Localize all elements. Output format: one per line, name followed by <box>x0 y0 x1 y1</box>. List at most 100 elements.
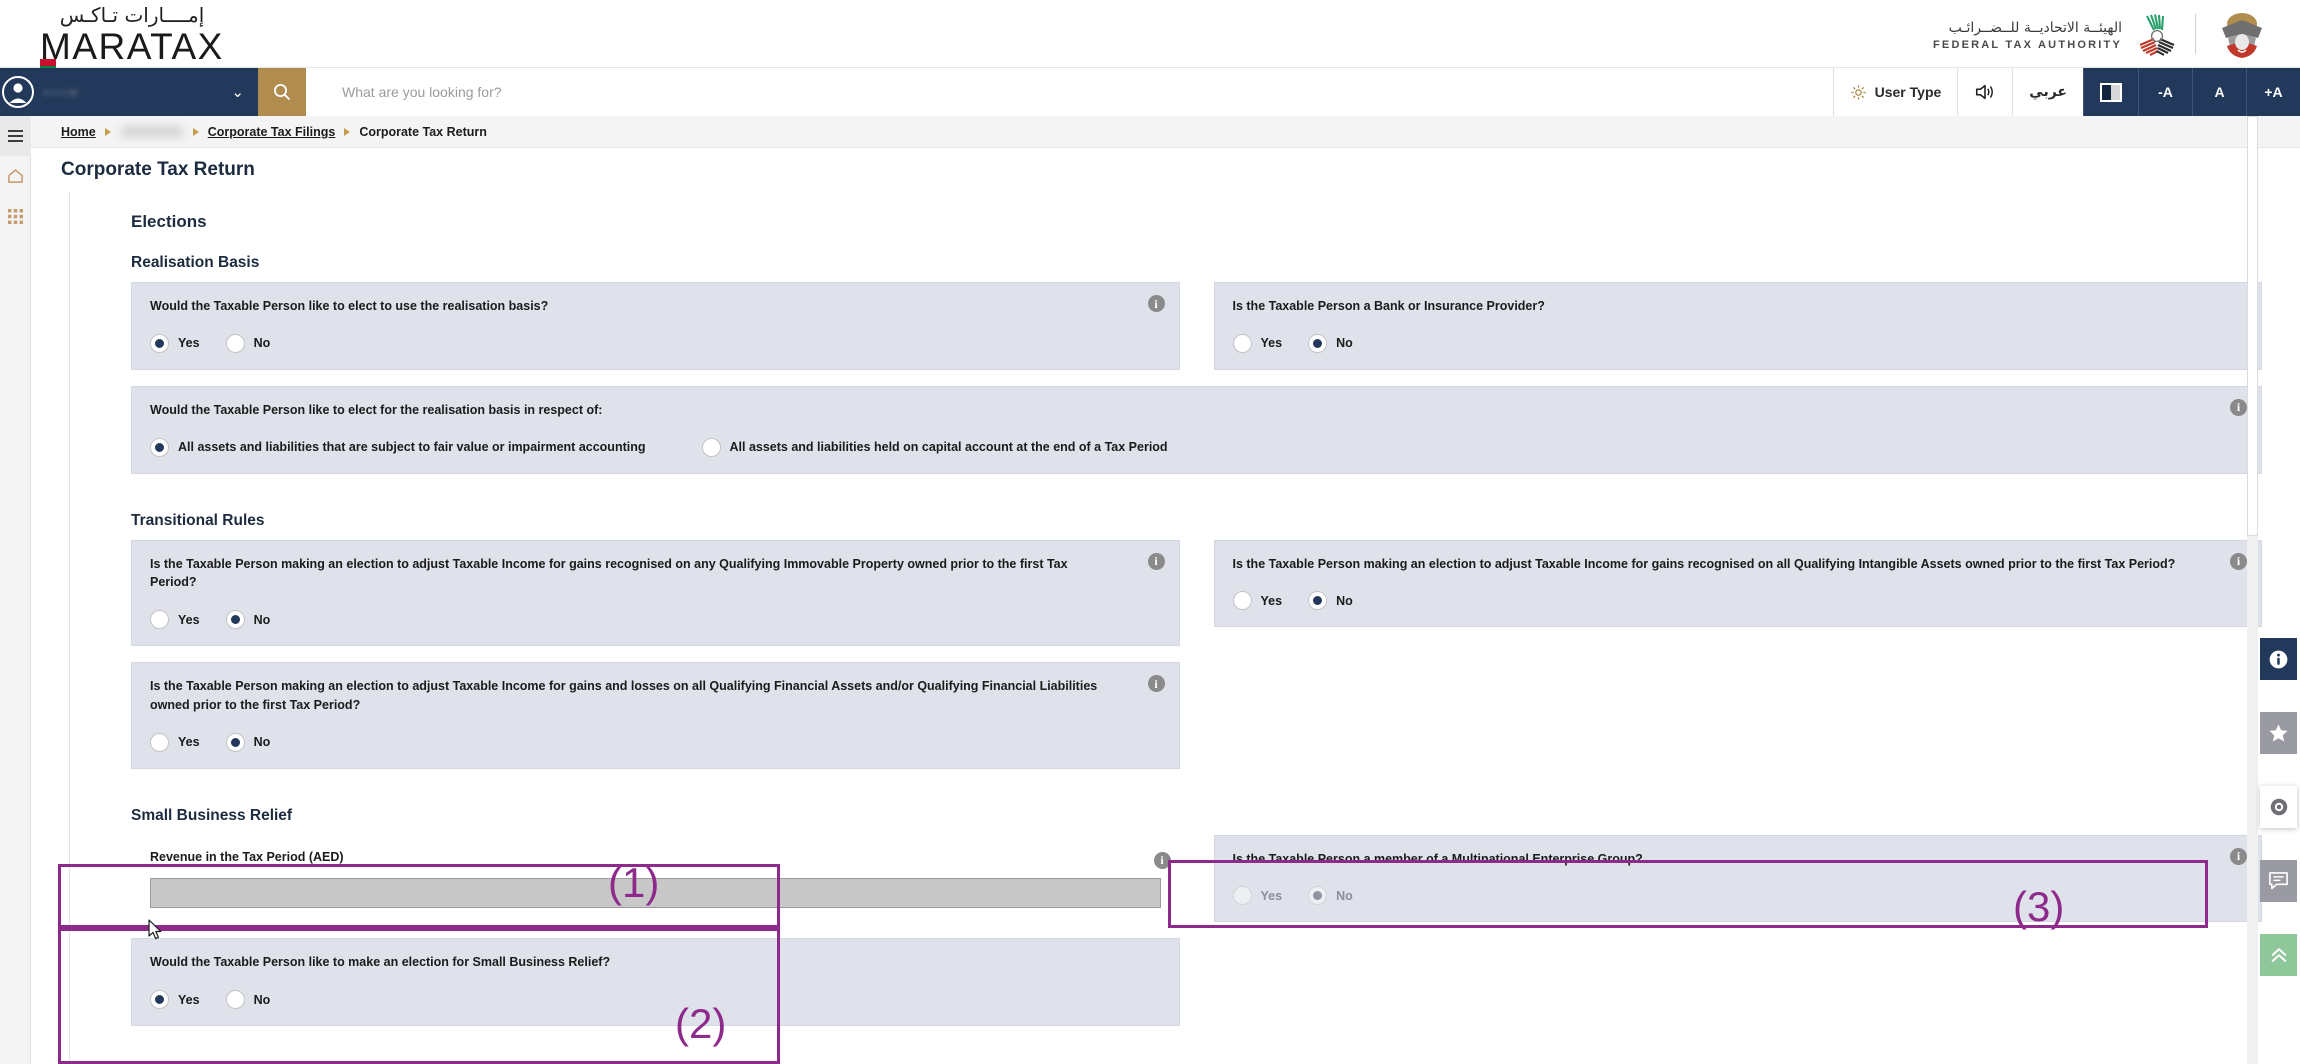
breadcrumb-separator-icon <box>193 128 199 136</box>
radio-option-no[interactable]: No <box>226 610 271 629</box>
rail-item-dashboard[interactable] <box>0 196 31 236</box>
radio-indicator[interactable] <box>1233 591 1252 610</box>
radio-indicator[interactable] <box>1233 334 1252 353</box>
favourite-button[interactable] <box>2260 712 2297 754</box>
radio-indicator[interactable] <box>226 733 245 752</box>
info-icon[interactable]: i <box>1148 553 1165 570</box>
search-button[interactable] <box>258 68 306 116</box>
small-business-relief-row-1: Revenue in the Tax Period (AED) i Is the… <box>131 835 2262 939</box>
radio-option-yes: Yes <box>1233 886 1283 905</box>
info-icon <box>2268 649 2289 670</box>
radio-label: Yes <box>1261 889 1283 903</box>
rail-item-home[interactable] <box>0 156 31 196</box>
radio-option-no[interactable]: No <box>1308 591 1353 610</box>
column-right: Is the Taxable Person making an election… <box>1214 540 2263 663</box>
increase-font-button[interactable]: +A <box>2246 68 2300 116</box>
menu-toggle-button[interactable] <box>0 116 31 156</box>
accessibility-button[interactable] <box>2260 786 2297 828</box>
column-right-empty <box>1214 938 2263 1026</box>
section-title-transitional-rules: Transitional Rules <box>131 512 2262 530</box>
info-icon[interactable]: i <box>1148 675 1165 692</box>
radio-option-no[interactable]: No <box>226 334 271 353</box>
decrease-font-button[interactable]: -A <box>2138 68 2192 116</box>
fta-logo: الهيئــة الاتحاديــة للــضــرائـب FEDERA… <box>1933 12 2180 58</box>
radio-option-yes[interactable]: Yes <box>150 334 200 353</box>
column-right: Is the Taxable Person a Bank or Insuranc… <box>1214 282 2263 386</box>
radio-indicator[interactable] <box>150 438 169 457</box>
radio-label: Yes <box>178 735 200 749</box>
radio-option-yes[interactable]: Yes <box>150 733 200 752</box>
default-font-label: A <box>2214 84 2224 100</box>
radio-label: No <box>254 613 271 627</box>
page-title-bar: Corporate Tax Return <box>31 148 2300 192</box>
header-divider <box>2195 14 2196 54</box>
search-input[interactable] <box>306 84 1833 100</box>
radio-label: Yes <box>178 993 200 1007</box>
radio-indicator[interactable] <box>702 438 721 457</box>
annotation-label-3: (3) <box>2013 886 2064 928</box>
radio-option-yes[interactable]: Yes <box>1233 591 1283 610</box>
radio-label: No <box>254 336 271 350</box>
radio-option-yes[interactable]: Yes <box>1233 334 1283 353</box>
question-text: Would the Taxable Person like to elect t… <box>150 297 1161 316</box>
radio-option-no[interactable]: No <box>226 733 271 752</box>
radio-option-yes[interactable]: Yes <box>150 990 200 1009</box>
annotation-label-1: (1) <box>608 862 659 904</box>
radio-option-fair-value[interactable]: All assets and liabilities that are subj… <box>150 438 646 457</box>
radio-indicator[interactable] <box>150 610 169 629</box>
radio-indicator[interactable] <box>1308 591 1327 610</box>
user-type-button[interactable]: User Type <box>1833 68 1958 116</box>
default-font-button[interactable]: A <box>2192 68 2246 116</box>
radio-group: Yes No <box>150 733 1161 752</box>
radio-indicator <box>1233 886 1252 905</box>
question-bank-or-insurance: Is the Taxable Person a Bank or Insuranc… <box>1214 282 2263 370</box>
column-right: Is the Taxable Person a member of a Mult… <box>1214 835 2263 939</box>
page-scrollbar-thumb[interactable] <box>2247 116 2258 536</box>
radio-option-yes[interactable]: Yes <box>150 610 200 629</box>
radio-indicator[interactable] <box>226 990 245 1009</box>
breadcrumb-item-corporate-tax-filings[interactable]: Corporate Tax Filings <box>208 125 336 139</box>
radio-indicator[interactable] <box>150 990 169 1009</box>
question-financial-assets-election: Is the Taxable Person making an election… <box>131 662 1180 769</box>
section-title-realisation-basis: Realisation Basis <box>131 254 2262 272</box>
question-text: Is the Taxable Person making an election… <box>1233 555 2244 574</box>
feedback-chat-button[interactable] <box>2260 860 2297 902</box>
info-icon[interactable]: i <box>2230 553 2247 570</box>
question-realisation-basis-respect-of: Would the Taxable Person like to elect f… <box>131 386 2262 474</box>
column-left: Is the Taxable Person making an election… <box>131 540 1180 663</box>
radio-indicator[interactable] <box>1308 334 1327 353</box>
column-left: Is the Taxable Person making an election… <box>131 662 1180 785</box>
info-icon[interactable]: i <box>1154 852 1171 869</box>
radio-label: Yes <box>178 613 200 627</box>
column-left: Would the Taxable Person like to make an… <box>131 938 1180 1026</box>
contrast-toggle-button[interactable] <box>2083 68 2138 116</box>
radio-label: All assets and liabilities held on capit… <box>730 440 1168 454</box>
page-title: Corporate Tax Return <box>61 159 255 181</box>
user-account-dropdown[interactable]: • • • •• ⌄ <box>0 68 258 116</box>
chat-icon <box>2268 871 2289 891</box>
radio-indicator[interactable] <box>226 334 245 353</box>
sound-toggle-button[interactable] <box>1957 68 2012 116</box>
radio-indicator[interactable] <box>226 610 245 629</box>
radio-indicator[interactable] <box>150 334 169 353</box>
info-icon[interactable]: i <box>2230 848 2247 865</box>
radio-indicator[interactable] <box>150 733 169 752</box>
question-text: Is the Taxable Person making an election… <box>150 677 1161 715</box>
info-icon[interactable]: i <box>1148 295 1165 312</box>
radio-option-no[interactable]: No <box>226 990 271 1009</box>
emaratax-logo[interactable]: إمــــارات تـاكـس MARATAX <box>18 2 246 65</box>
breadcrumb-item-redacted[interactable] <box>120 125 184 138</box>
chevron-up-double-icon <box>2269 945 2289 965</box>
radio-label: No <box>1336 336 1353 350</box>
breadcrumb-separator-icon <box>344 128 350 136</box>
question-intangible-assets-election: Is the Taxable Person making an election… <box>1214 540 2263 628</box>
language-toggle-button[interactable]: عربي <box>2012 68 2083 116</box>
breadcrumb-item-home[interactable]: Home <box>61 125 96 139</box>
chevron-down-icon[interactable]: ⌄ <box>231 85 258 100</box>
scroll-to-top-button[interactable] <box>2260 934 2297 976</box>
info-icon[interactable]: i <box>2230 399 2247 416</box>
help-info-button[interactable] <box>2260 638 2297 680</box>
radio-option-capital-account[interactable]: All assets and liabilities held on capit… <box>702 438 1168 457</box>
radio-option-no[interactable]: No <box>1308 334 1353 353</box>
question-text: Is the Taxable Person making an election… <box>150 555 1161 593</box>
